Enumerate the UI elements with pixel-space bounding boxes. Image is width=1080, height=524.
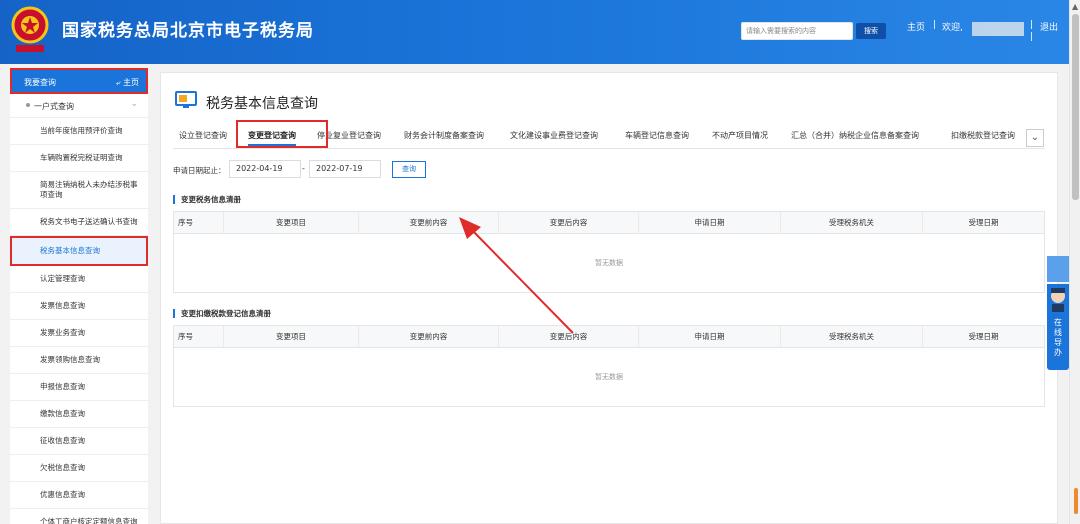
annotation-arrow (459, 217, 574, 334)
date-separator: - (302, 164, 305, 173)
no-data-text: 暂无数据 (595, 373, 623, 381)
no-data-text: 暂无数据 (595, 259, 623, 267)
change-info-table: 序号 变更项目 变更前内容 变更后内容 申请日期 受理税务机关 受理日期 暂无数… (173, 211, 1045, 293)
sidebar-item[interactable]: 优惠信息查询 (10, 482, 148, 509)
robot-icon (1047, 284, 1069, 314)
back-arrow-icon: ⤶ (115, 78, 121, 87)
username-redacted (972, 22, 1024, 36)
sidebar-group-label: 一户式查询 (34, 102, 74, 111)
query-button[interactable]: 查询 (392, 161, 426, 178)
tab-establish-registration[interactable]: 设立登记查询 (179, 130, 227, 141)
page-title: 税务基本信息查询 (206, 96, 318, 112)
sidebar-home-link[interactable]: ⤶ 主页 (116, 77, 139, 88)
highlight-box (236, 120, 328, 148)
sidebar-header: 我要查询 ⤶ 主页 (10, 68, 148, 94)
section-title: 变更扣缴税款登记信息清册 (173, 309, 271, 318)
sidebar-group-one-stop-query[interactable]: 一户式查询 ⌄ (10, 94, 148, 118)
table-header: 序号 变更项目 变更前内容 变更后内容 申请日期 受理税务机关 受理日期 (174, 326, 1044, 348)
date-range-label: 申请日期起止： (173, 166, 226, 175)
star-user-icon (1047, 256, 1069, 282)
tab-real-estate[interactable]: 不动产项目情况 (712, 130, 768, 141)
scrollbar-thumb[interactable] (1072, 14, 1079, 200)
top-header: 国家税务总局北京市电子税务局 请输入需要搜索的内容 搜索 主页 | 欢迎, | … (0, 0, 1069, 64)
welcome-text: 欢迎, (942, 23, 963, 33)
column-header: 序号 (174, 212, 224, 233)
guide-char: 办 (1054, 348, 1062, 357)
sidebar-item[interactable]: 缴款信息查询 (10, 401, 148, 428)
sidebar-home-label: 主页 (123, 78, 139, 87)
table-header: 序号 变更项目 变更前内容 变更后内容 申请日期 受理税务机关 受理日期 (174, 212, 1044, 234)
withholding-info-table: 序号 变更项目 变更前内容 变更后内容 申请日期 受理税务机关 受理日期 暂无数… (173, 325, 1045, 407)
site-title: 国家税务总局北京市电子税务局 (62, 21, 314, 41)
start-date-input[interactable]: 2022-04-19 (229, 160, 301, 178)
bullet-icon (26, 103, 30, 107)
tab-culture-fee[interactable]: 文化建设事业费登记查询 (510, 130, 598, 141)
logout-link[interactable]: 退出 (1040, 20, 1058, 33)
end-date-input[interactable]: 2022-07-19 (309, 160, 381, 178)
header-separator: | (933, 20, 937, 30)
column-header: 申请日期 (639, 212, 781, 233)
sidebar-item[interactable]: 简易注销纳税人未办结涉税事项查询 (10, 172, 148, 209)
guide-char: 在 (1054, 318, 1062, 327)
sidebar-item[interactable]: 欠税信息查询 (10, 455, 148, 482)
chevron-down-icon: ⌄ (130, 99, 138, 109)
sidebar-item[interactable]: 税务文书电子送达确认书查询 (10, 209, 148, 236)
header-separator: | (1030, 32, 1034, 42)
column-header: 受理日期 (968, 218, 999, 227)
sidebar-item[interactable]: 当前年度信用预评价查询 (10, 118, 148, 145)
sidebar-item[interactable]: 个体工商户核定定额信息查询 (10, 509, 148, 524)
sidebar-item[interactable]: 车辆购置税完税证明查询 (10, 145, 148, 172)
online-guide-label[interactable]: 在 线 导 办 (1047, 314, 1069, 370)
tab-consolidated-filing[interactable]: 汇总（合并）纳税企业信息备案查询 (791, 130, 919, 141)
column-header: 变更项目 (224, 326, 359, 347)
sidebar-item-active[interactable]: 税务基本信息查询 (10, 236, 148, 266)
search-button[interactable]: 搜索 (856, 23, 886, 39)
table-body: 暂无数据 (174, 348, 1044, 406)
vertical-scrollbar[interactable]: ▲ (1069, 0, 1080, 524)
guide-char: 线 (1054, 328, 1062, 337)
tab-vehicle-registration[interactable]: 车辆登记信息查询 (625, 130, 689, 141)
monitor-icon (175, 91, 197, 108)
tab-withholding-registration[interactable]: 扣缴税款登记查询 (951, 130, 1015, 141)
column-header: 序号 (174, 326, 224, 347)
sidebar-title: 我要查询 (24, 78, 56, 87)
column-header: 变更项目 (224, 212, 359, 233)
sidebar-item[interactable]: 发票信息查询 (10, 293, 148, 320)
tab-accounting-filing[interactable]: 财务会计制度备案查询 (404, 130, 484, 141)
scroll-up-icon[interactable]: ▲ (1072, 2, 1078, 11)
column-header: 申请日期 (639, 326, 781, 347)
search-input[interactable]: 请输入需要搜索的内容 (741, 22, 853, 40)
scroll-marker (1074, 488, 1078, 514)
header-separator: | (1030, 20, 1034, 30)
section-title: 变更税务信息清册 (173, 195, 241, 204)
home-link[interactable]: 主页 (907, 20, 925, 33)
guide-char: 导 (1054, 338, 1062, 347)
chevron-down-icon[interactable]: ⌄ (1026, 129, 1044, 147)
table-body: 暂无数据 (174, 234, 1044, 292)
sidebar-item[interactable]: 申报信息查询 (10, 374, 148, 401)
sidebar-item[interactable]: 征收信息查询 (10, 428, 148, 455)
main-panel: 税务基本信息查询 设立登记查询 变更登记查询 停业复业登记查询 财务会计制度备案… (160, 72, 1058, 524)
column-header: 受理税务机关 (781, 326, 923, 347)
sidebar: 我要查询 ⤶ 主页 一户式查询 ⌄ 当前年度信用预评价查询 车辆购置税完税证明查… (10, 68, 148, 524)
sidebar-item[interactable]: 发票领购信息查询 (10, 347, 148, 374)
online-guide-widget[interactable]: 在 线 导 办 (1047, 256, 1069, 370)
column-header: 受理税务机关 (781, 212, 923, 233)
tax-emblem-logo (11, 6, 49, 52)
sidebar-item[interactable]: 发票业务查询 (10, 320, 148, 347)
sidebar-item[interactable]: 认定管理查询 (10, 266, 148, 293)
column-header: 受理日期 (968, 332, 999, 341)
